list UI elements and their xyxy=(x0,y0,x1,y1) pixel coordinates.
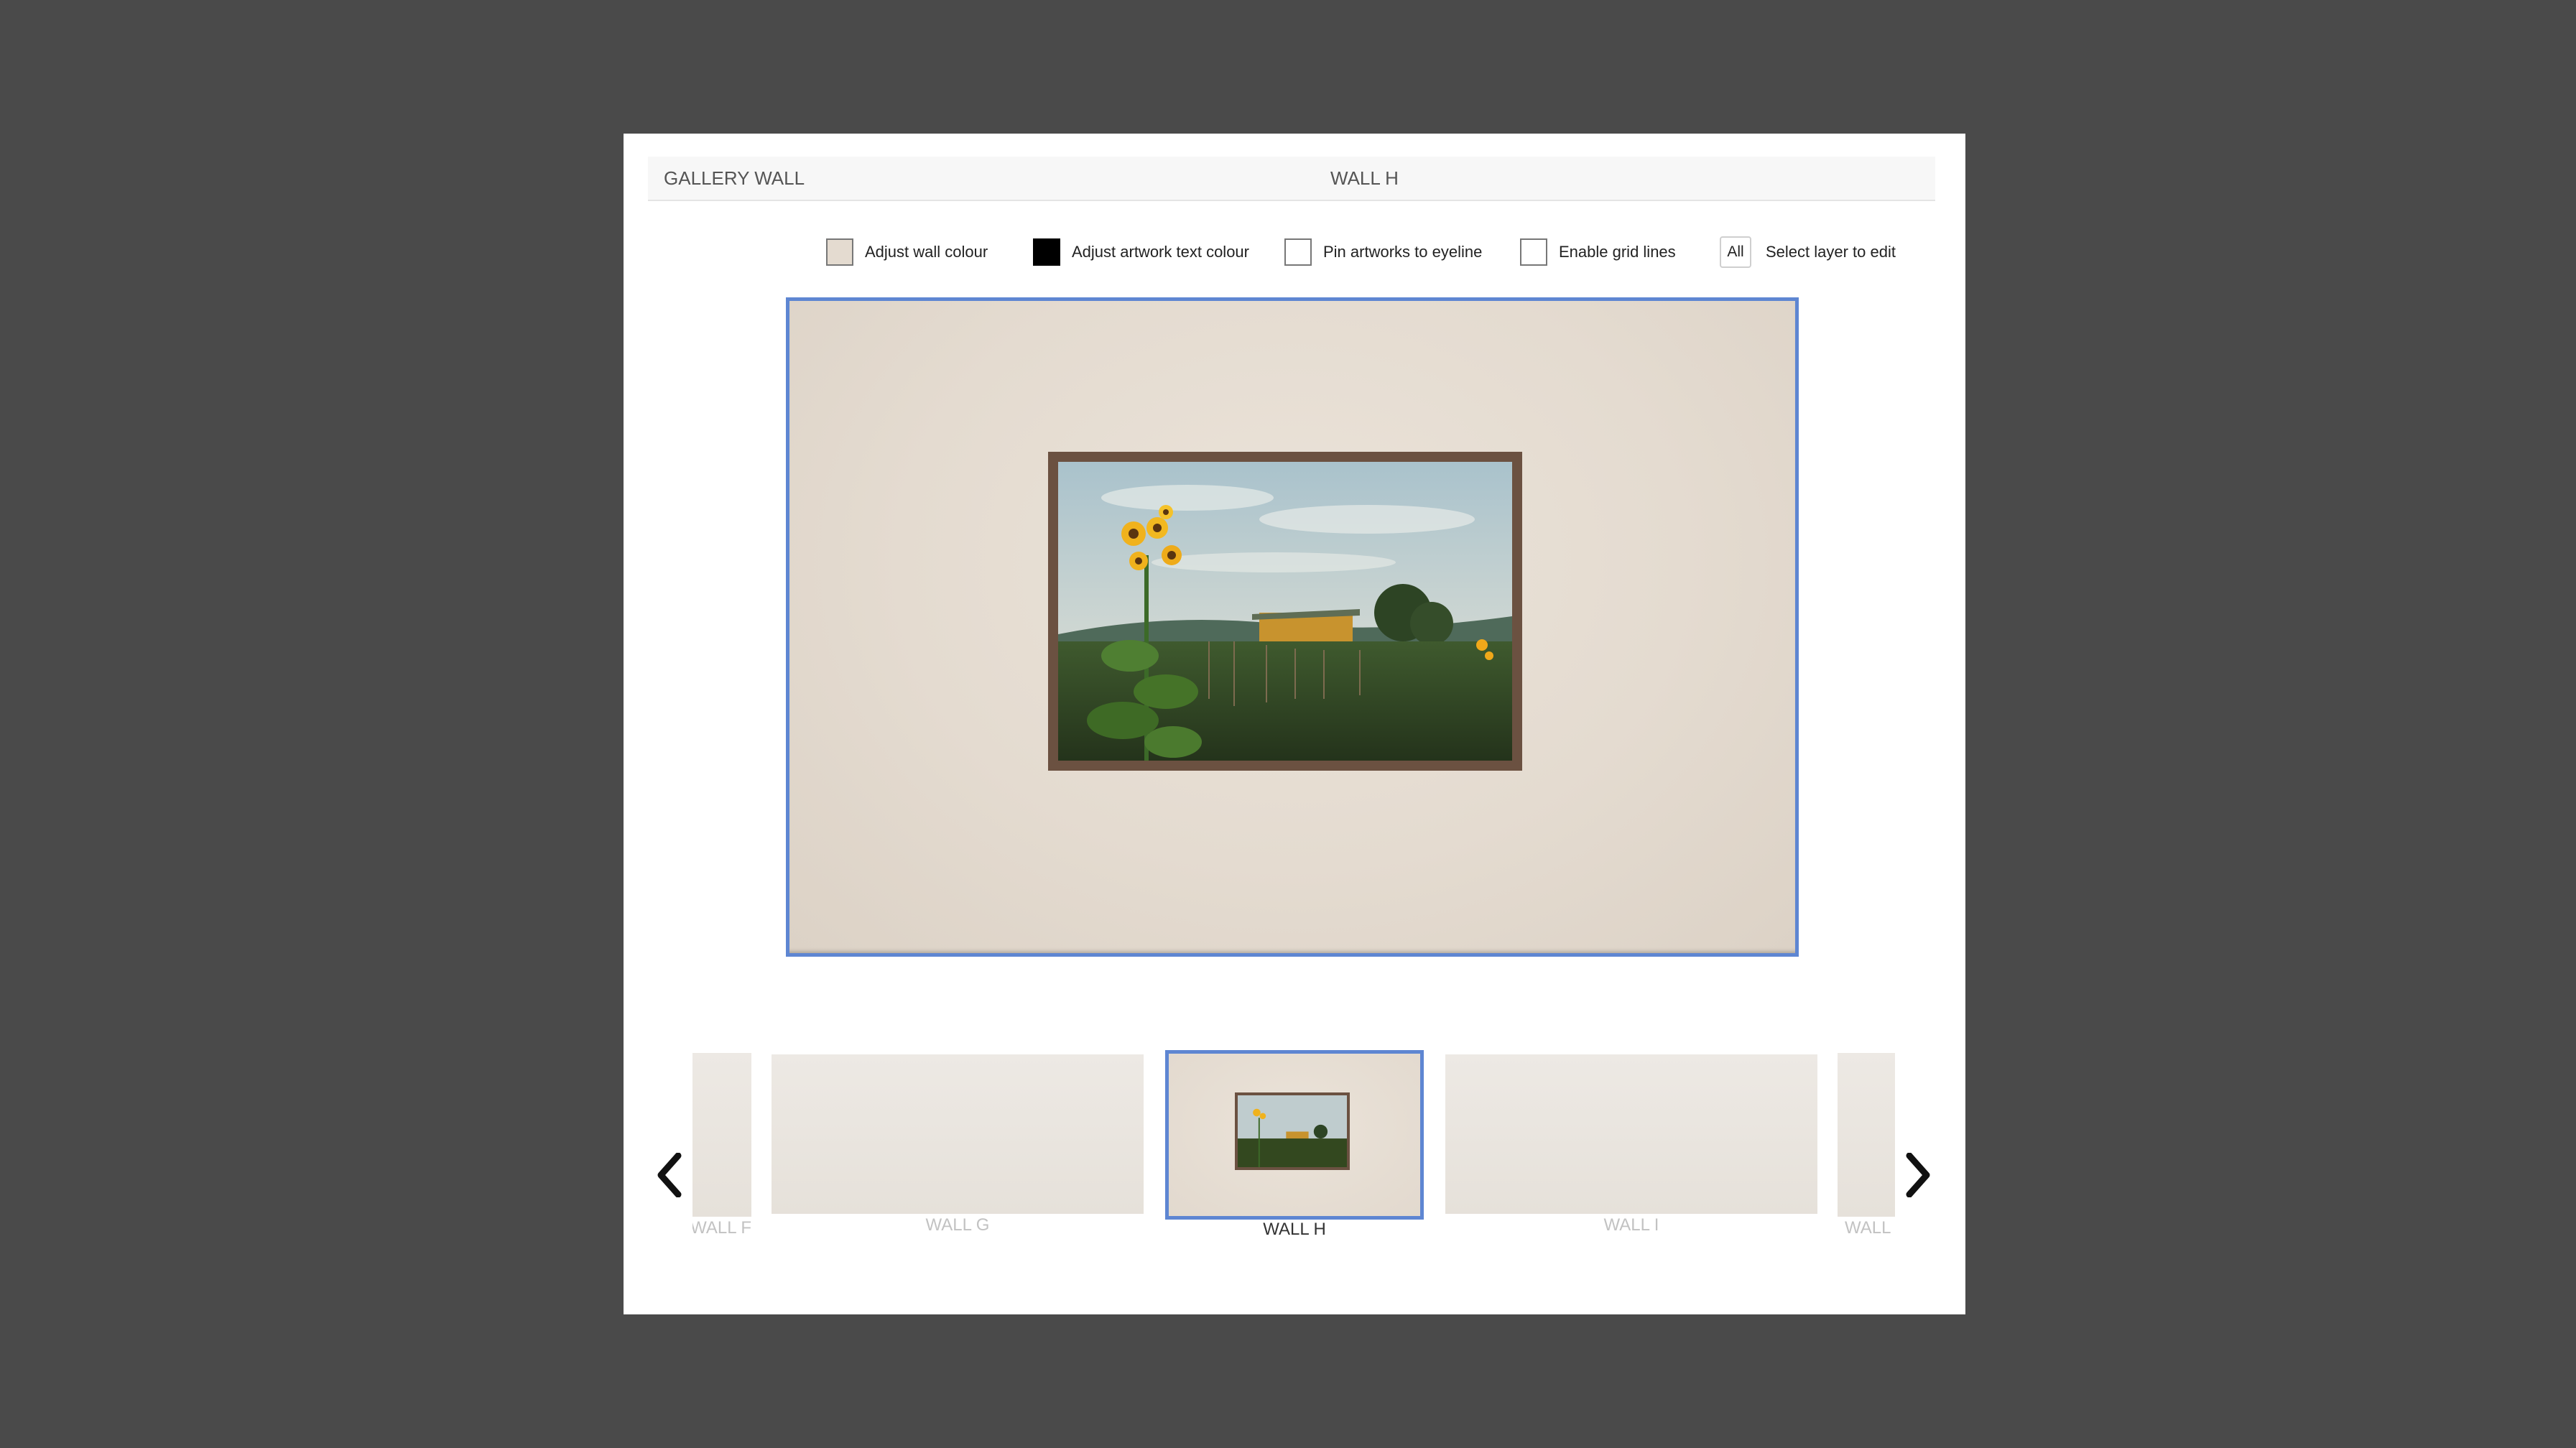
grid-checkbox-box[interactable] xyxy=(1520,238,1547,266)
wall-thumbnail-f[interactable] xyxy=(692,1053,751,1217)
layer-select-label: Select layer to edit xyxy=(1766,243,1896,261)
carousel-prev-button[interactable] xyxy=(648,1146,691,1204)
thumbnail-artwork-image xyxy=(1238,1095,1347,1167)
enable-grid-lines-label: Enable grid lines xyxy=(1559,243,1676,261)
gallery-wall-modal: GALLERY WALL WALL H Adjust wall colour A… xyxy=(624,134,1965,1314)
thumbnail-artwork xyxy=(1235,1092,1350,1170)
pin-to-eyeline-checkbox[interactable]: Pin artworks to eyeline xyxy=(1284,236,1482,269)
wall-thumbnail-h-label: WALL H xyxy=(1263,1220,1326,1239)
layer-select[interactable]: All xyxy=(1720,236,1751,268)
enable-grid-lines-checkbox[interactable]: Enable grid lines xyxy=(1520,236,1676,269)
wall-thumbnail-j-label: WALL J xyxy=(1845,1218,1895,1238)
wall-title: WALL H xyxy=(1330,167,1399,189)
wall-colour-swatch[interactable] xyxy=(826,238,853,266)
carousel-next-button[interactable] xyxy=(1896,1146,1940,1204)
wall-thumbnail-i-label: WALL I xyxy=(1603,1215,1659,1235)
modal-header: GALLERY WALL WALL H xyxy=(648,157,1935,201)
layer-select-control[interactable]: All Select layer to edit xyxy=(1720,236,1896,269)
app-title: GALLERY WALL xyxy=(664,167,805,189)
wall-canvas[interactable] xyxy=(786,297,1799,957)
wall-thumbnail-i[interactable] xyxy=(1445,1054,1817,1214)
artwork-image xyxy=(1058,462,1512,761)
chevron-right-icon xyxy=(1906,1153,1930,1197)
adjust-text-colour-control[interactable]: Adjust artwork text colour xyxy=(1033,236,1249,269)
adjust-text-colour-label: Adjust artwork text colour xyxy=(1072,243,1249,261)
adjust-wall-colour-label: Adjust wall colour xyxy=(865,243,988,261)
eyeline-checkbox-box[interactable] xyxy=(1284,238,1312,266)
chevron-left-icon xyxy=(657,1153,682,1197)
wall-thumbnail-j[interactable] xyxy=(1838,1053,1895,1217)
wall-thumbnail-g-label: WALL G xyxy=(925,1215,990,1235)
wall-thumbnail-g[interactable] xyxy=(772,1054,1144,1214)
wall-thumbnail-f-label: WALL F xyxy=(692,1218,751,1238)
text-colour-swatch[interactable] xyxy=(1033,238,1060,266)
pin-to-eyeline-label: Pin artworks to eyeline xyxy=(1323,243,1483,261)
artwork-frame[interactable] xyxy=(1048,452,1522,771)
wall-thumbnail-h[interactable] xyxy=(1165,1050,1424,1220)
adjust-wall-colour-control[interactable]: Adjust wall colour xyxy=(826,236,988,269)
toolbar: Adjust wall colour Adjust artwork text c… xyxy=(624,236,1965,269)
